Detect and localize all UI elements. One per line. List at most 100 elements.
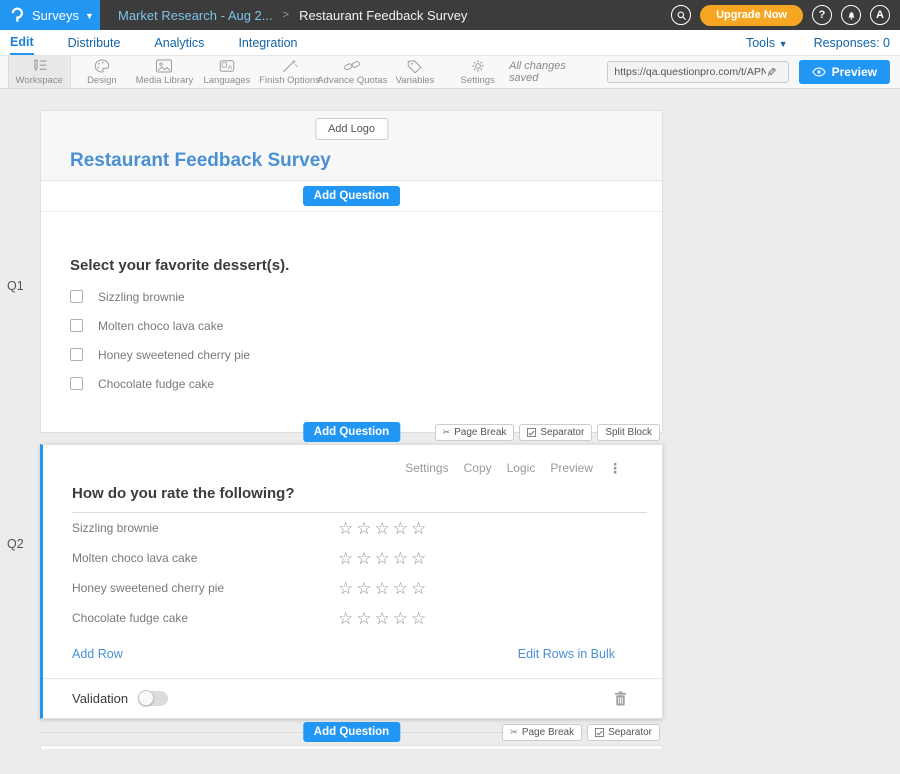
star-icon[interactable]: ☆ xyxy=(411,611,426,626)
edit-rows-in-bulk-link[interactable]: Edit Rows in Bulk xyxy=(518,647,615,661)
add-row-link[interactable]: Add Row xyxy=(72,647,123,661)
star-icon[interactable]: ☆ xyxy=(375,521,390,536)
question-logic-button[interactable]: Logic xyxy=(507,461,536,475)
question-number-q2: Q2 xyxy=(7,537,24,551)
rating-row-label[interactable]: Sizzling brownie xyxy=(72,521,338,535)
star-icon[interactable]: ☆ xyxy=(375,611,390,626)
star-icon[interactable]: ☆ xyxy=(356,581,371,596)
star-icon[interactable]: ☆ xyxy=(356,551,371,566)
separator-button[interactable]: Separator xyxy=(587,724,660,741)
rating-row-label[interactable]: Chocolate fudge cake xyxy=(72,611,338,625)
scissors-icon: ✂ xyxy=(510,727,518,738)
responses-count[interactable]: Responses: 0 xyxy=(814,36,890,50)
surveys-menu[interactable]: Surveys ▼ xyxy=(0,0,100,30)
toolbar-item-advance-quotas[interactable]: Advance Quotas xyxy=(321,56,384,88)
notifications-bell-icon[interactable] xyxy=(841,5,861,25)
validation-label: Validation xyxy=(72,691,128,706)
star-icon[interactable]: ☆ xyxy=(338,521,353,536)
media-image-icon xyxy=(155,58,173,74)
help-icon[interactable]: ? xyxy=(812,5,832,25)
add-logo-button[interactable]: Add Logo xyxy=(315,118,388,140)
add-question-button[interactable]: Add Question xyxy=(303,722,400,742)
option-label[interactable]: Sizzling brownie xyxy=(98,290,185,304)
avatar[interactable]: A xyxy=(870,5,890,25)
preview-button[interactable]: Preview xyxy=(799,60,890,84)
checkbox[interactable] xyxy=(70,319,83,332)
validation-row: Validation xyxy=(43,678,662,718)
kebab-menu-icon[interactable]: ⋮ xyxy=(608,463,622,473)
surveys-label: Surveys xyxy=(32,8,79,23)
toolbar-item-variables[interactable]: Variables xyxy=(384,56,447,88)
star-icon[interactable]: ☆ xyxy=(356,611,371,626)
option-label[interactable]: Molten choco lava cake xyxy=(98,319,223,333)
star-icon[interactable]: ☆ xyxy=(375,551,390,566)
delete-question-trash-icon[interactable] xyxy=(614,691,627,706)
question-number-q1: Q1 xyxy=(7,279,24,293)
star-icon[interactable]: ☆ xyxy=(411,581,426,596)
tab-edit[interactable]: Edit xyxy=(10,30,34,55)
toolbar-item-finish-options[interactable]: Finish Options xyxy=(258,56,321,88)
search-icon[interactable] xyxy=(671,5,691,25)
split-block-button[interactable]: Split Block xyxy=(597,424,660,441)
star-rating[interactable]: ☆☆☆☆☆ xyxy=(338,521,426,536)
option-label[interactable]: Honey sweetened cherry pie xyxy=(98,348,250,362)
question-1-text[interactable]: Select your favorite dessert(s). xyxy=(70,257,633,274)
toolbar-item-design[interactable]: Design xyxy=(71,56,134,88)
page-break-button[interactable]: ✂ Page Break xyxy=(502,724,582,741)
edit-url-pencil-icon[interactable]: ✎ xyxy=(764,67,778,77)
tab-analytics[interactable]: Analytics xyxy=(154,31,204,54)
star-rating[interactable]: ☆☆☆☆☆ xyxy=(338,551,426,566)
star-rating[interactable]: ☆☆☆☆☆ xyxy=(338,581,426,596)
tab-integration[interactable]: Integration xyxy=(238,31,297,54)
star-icon[interactable]: ☆ xyxy=(393,551,408,566)
checkbox[interactable] xyxy=(70,290,83,303)
star-icon[interactable]: ☆ xyxy=(411,551,426,566)
toolbar-right: All changes saved ✎ Preview xyxy=(509,56,900,88)
rating-row-label[interactable]: Molten choco lava cake xyxy=(72,551,338,565)
toolbar-item-settings[interactable]: Settings xyxy=(446,56,509,88)
question-preview-button[interactable]: Preview xyxy=(550,461,593,475)
question-1-block[interactable]: Select your favorite dessert(s). Sizzlin… xyxy=(41,212,662,432)
upgrade-now-button[interactable]: Upgrade Now xyxy=(700,5,803,26)
breadcrumb-parent[interactable]: Market Research - Aug 2... xyxy=(118,8,273,23)
toolbar-item-workspace[interactable]: Workspace xyxy=(8,56,71,88)
rating-row-label[interactable]: Honey sweetened cherry pie xyxy=(72,581,338,595)
checkbox[interactable] xyxy=(70,348,83,361)
question-2-title-field[interactable]: How do you rate the following? xyxy=(72,485,647,513)
star-icon[interactable]: ☆ xyxy=(393,521,408,536)
tab-distribute[interactable]: Distribute xyxy=(68,31,121,54)
gear-icon xyxy=(469,58,487,74)
question-2-card: Settings Copy Logic Preview ⋮ How do you… xyxy=(40,444,663,719)
toolbar-item-languages[interactable]: A Languages xyxy=(196,56,259,88)
survey-url-input[interactable] xyxy=(614,66,766,78)
question-settings-button[interactable]: Settings xyxy=(405,461,448,475)
validation-toggle[interactable] xyxy=(138,691,168,706)
star-icon[interactable]: ☆ xyxy=(375,581,390,596)
survey-header: Add Logo Restaurant Feedback Survey xyxy=(41,111,662,181)
star-icon[interactable]: ☆ xyxy=(338,611,353,626)
survey-title[interactable]: Restaurant Feedback Survey xyxy=(70,150,331,172)
toolbar-item-media-library[interactable]: Media Library xyxy=(133,56,196,88)
tag-icon xyxy=(406,58,424,74)
star-icon[interactable]: ☆ xyxy=(338,581,353,596)
checkbox[interactable] xyxy=(70,377,83,390)
separator-button[interactable]: Separator xyxy=(519,424,592,441)
option-label[interactable]: Chocolate fudge cake xyxy=(98,377,214,391)
page-break-button[interactable]: ✂ Page Break xyxy=(435,424,515,441)
star-icon[interactable]: ☆ xyxy=(411,521,426,536)
breadcrumb-current: Restaurant Feedback Survey xyxy=(299,8,467,23)
workspace-icon xyxy=(29,58,49,74)
autosave-status: All changes saved xyxy=(509,60,597,84)
add-question-button[interactable]: Add Question xyxy=(303,422,400,442)
tools-menu[interactable]: Tools ▼ xyxy=(746,36,788,50)
question-copy-button[interactable]: Copy xyxy=(464,461,492,475)
questionpro-logo-icon xyxy=(8,5,26,25)
add-question-button[interactable]: Add Question xyxy=(303,186,400,206)
star-icon[interactable]: ☆ xyxy=(338,551,353,566)
star-icon[interactable]: ☆ xyxy=(356,521,371,536)
question-2-text[interactable]: How do you rate the following? xyxy=(72,485,295,502)
star-icon[interactable]: ☆ xyxy=(393,581,408,596)
star-icon[interactable]: ☆ xyxy=(393,611,408,626)
rating-row: Molten choco lava cake ☆☆☆☆☆ xyxy=(43,543,662,573)
star-rating[interactable]: ☆☆☆☆☆ xyxy=(338,611,426,626)
